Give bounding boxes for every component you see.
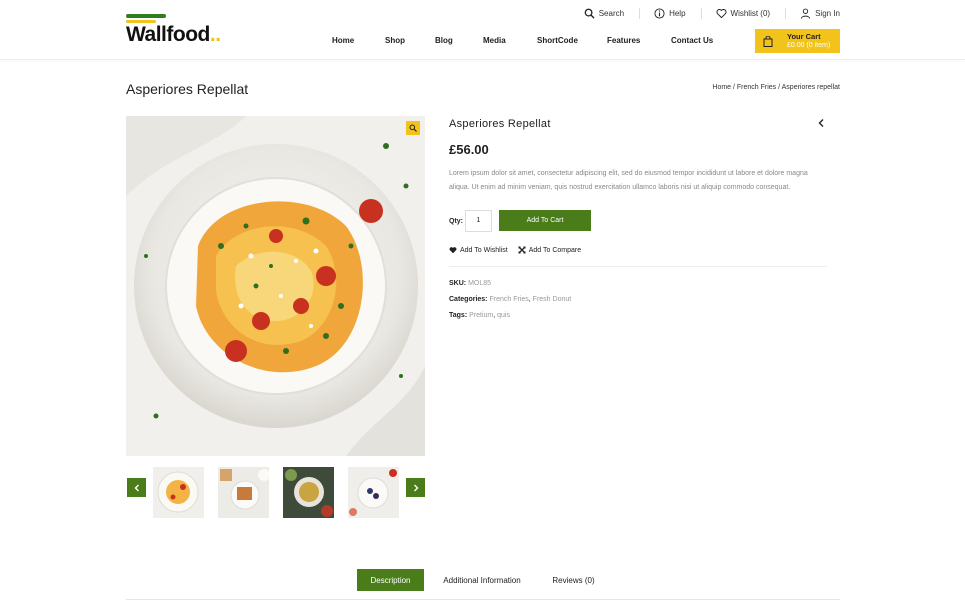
tag-link-pretium[interactable]: Pretium — [469, 312, 493, 319]
add-to-wishlist-link[interactable]: Add To Wishlist — [449, 246, 508, 254]
top-links: Search Help Wishlist (0) Sign In — [569, 8, 840, 19]
thumb-next-button[interactable] — [406, 478, 425, 497]
product-tags: Tags: Pretium, quis — [449, 312, 510, 319]
thumbnail-4[interactable] — [348, 467, 399, 518]
site-header: Wallfood.. Search Help Wishlist (0) Sign… — [0, 0, 965, 60]
thumbnail-1[interactable] — [153, 467, 204, 518]
signin-link[interactable]: Sign In — [785, 8, 840, 19]
thumbnail-toast-image — [218, 467, 269, 518]
product-tabs: Description Additional Information Revie… — [126, 568, 840, 600]
product-actions: Add To Wishlist Add To Compare — [449, 246, 581, 254]
chevron-left-icon[interactable] — [817, 118, 826, 128]
zoom-icon — [409, 124, 417, 132]
nav-features[interactable]: Features — [607, 36, 640, 45]
nav-shortcode[interactable]: ShortCode — [537, 36, 578, 45]
logo-fork-bar — [126, 14, 166, 18]
help-label: Help — [669, 9, 686, 18]
heart-icon — [449, 247, 457, 254]
info-icon — [654, 8, 665, 19]
cart-text: Your Cart £0.00 (0 item) — [787, 32, 830, 50]
sku-value: MOL85 — [468, 280, 492, 287]
qty-label: Qty: — [449, 218, 463, 225]
logo-text: Wallfood — [126, 23, 210, 46]
breadcrumb[interactable]: Home / French Fries / Asperiores repella… — [712, 84, 840, 91]
heart-icon — [716, 9, 726, 19]
pasta-dish-illustration — [126, 116, 425, 456]
user-icon — [801, 8, 811, 19]
chevron-right-icon — [413, 484, 418, 491]
add-to-wishlist-label: Add To Wishlist — [460, 246, 508, 254]
cart-button[interactable]: Your Cart £0.00 (0 item) — [755, 29, 840, 53]
nav-contact-us[interactable]: Contact Us — [671, 36, 713, 45]
thumbnail-berries-image — [348, 467, 399, 518]
logo-dots: .. — [209, 23, 221, 46]
sku-label: SKU: — [449, 280, 467, 287]
product-description: Lorem ipsum dolor sit amet, consectetur … — [449, 170, 808, 191]
tags-label: Tags: — [449, 312, 468, 319]
category-link-french-fries[interactable]: French Fries — [489, 296, 528, 303]
product-sku: SKU: MOL85 — [449, 280, 491, 287]
nav-blog[interactable]: Blog — [435, 36, 453, 45]
nav-shop[interactable]: Shop — [385, 36, 405, 45]
product-main-image[interactable] — [126, 116, 425, 456]
tag-link-quis[interactable]: quis — [497, 312, 510, 319]
signin-label: Sign In — [815, 9, 840, 18]
thumbnail-2[interactable] — [218, 467, 269, 518]
wallfood-logo[interactable]: Wallfood.. — [126, 14, 226, 46]
add-to-cart-button[interactable]: Add To Cart — [499, 210, 591, 231]
shopping-bag-icon — [763, 35, 773, 47]
chevron-left-icon — [134, 484, 139, 491]
product-info-divider — [449, 266, 827, 267]
thumb-prev-button[interactable] — [127, 478, 146, 497]
help-link[interactable]: Help — [639, 8, 700, 19]
add-to-compare-label: Add To Compare — [528, 246, 582, 254]
zoom-button[interactable] — [406, 121, 420, 135]
tag-separator: , — [493, 312, 496, 319]
wishlist-link[interactable]: Wishlist (0) — [700, 8, 786, 19]
search-label: Search — [598, 9, 625, 18]
wishlist-label: Wishlist (0) — [730, 9, 771, 18]
categories-label: Categories: — [449, 296, 488, 303]
product-price: £56.00 — [449, 142, 489, 157]
product-categories: Categories: French Fries, Fresh Donut — [449, 296, 571, 303]
page-title: Asperiores Repellat — [126, 81, 249, 97]
thumbnail-3[interactable] — [283, 467, 334, 518]
thumbnail-soup-image — [283, 467, 334, 518]
category-link-fresh-donut[interactable]: Fresh Donut — [533, 296, 572, 303]
search-link[interactable]: Search — [569, 8, 639, 19]
product-title: Asperiores Repellat — [449, 118, 551, 130]
quantity-input[interactable]: 1 — [465, 210, 492, 232]
add-to-compare-link[interactable]: Add To Compare — [518, 246, 581, 254]
thumbnail-pasta-image — [153, 467, 204, 518]
tab-description[interactable]: Description — [357, 569, 424, 591]
tab-reviews[interactable]: Reviews (0) — [546, 569, 601, 591]
cart-summary: £0.00 (0 item) — [787, 42, 831, 49]
nav-home[interactable]: Home — [332, 36, 354, 45]
category-separator: , — [528, 296, 531, 303]
search-icon — [584, 8, 595, 19]
nav-media[interactable]: Media — [483, 36, 506, 45]
compare-icon — [518, 246, 526, 254]
tab-additional-information[interactable]: Additional Information — [434, 569, 530, 591]
cart-title: Your Cart — [787, 32, 821, 41]
